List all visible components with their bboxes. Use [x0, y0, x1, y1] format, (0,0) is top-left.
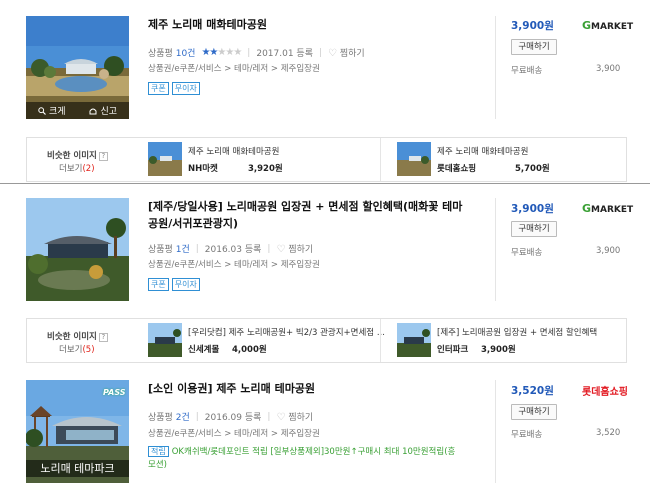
no-interest-badge: 무이자 [171, 82, 200, 95]
reg-date: 2017.01 등록 [256, 49, 313, 59]
reg-date: 2016.09 등록 [204, 413, 262, 423]
similar-images-panel: 비슷한 이미지? 더보기(2) 제주 노리매 매화테마공원 NH마켓 3,920… [26, 137, 627, 182]
product-meta: 상품평 2건 | 2016.09 등록 | ♡ 찜하기 [148, 410, 314, 424]
seller-logo-gmarket[interactable]: GMARKET [582, 202, 633, 215]
shipping-value: 3,900 [596, 246, 621, 256]
similar-item-price: 3,920원 [248, 164, 283, 174]
product-meta: 상품평 10건 ★★★★★ | 2017.01 등록 | ♡ 찜하기 [148, 46, 365, 59]
report-label: 신고 [100, 107, 118, 117]
product-thumbnail[interactable]: PASS 노리매 테마파크 [26, 380, 129, 483]
thumb-caption: 노리매 테마파크 [26, 460, 129, 477]
price: 3,520원 [511, 385, 554, 397]
badges: 쿠폰 무이자 [148, 82, 200, 95]
star-empty-icon: ★★★ [217, 47, 242, 58]
rating-stars: ★★★★★ [201, 47, 242, 58]
park-photo [26, 198, 129, 301]
similar-item-name: 제주 노리매 매화테마공원 [188, 147, 280, 157]
heart-icon: ♡ [276, 412, 286, 423]
report-button[interactable]: 신고 [89, 104, 117, 117]
similar-thumbnail [397, 323, 431, 357]
coupon-badge: 쿠폰 [148, 278, 169, 291]
zoom-button[interactable]: 크게 [38, 104, 66, 117]
similar-item-name: 제주 노리매 매화테마공원 [437, 147, 529, 157]
similar-more-link[interactable]: 더보기(5) [59, 343, 95, 355]
product-title[interactable]: 제주 노리매 매화테마공원 [148, 16, 267, 33]
similar-thumbnail [397, 142, 431, 176]
rating-label: 상품평 10건 [148, 49, 196, 59]
pass-logo: PASS [103, 388, 126, 397]
product-card: [제주/당일사용] 노리매공원 입장권 + 면세점 할인혜택(매화꽃 테마공원/… [0, 184, 650, 314]
similar-item-shop: 롯데홈쇼핑 [437, 164, 477, 174]
product-card: PASS 노리매 테마파크 [소인 이용권] 제주 노리매 테마공원 상품평 2… [0, 372, 650, 497]
star-filled-icon: ★★ [201, 47, 218, 58]
similar-item-shop: 신세계몰 [188, 345, 220, 355]
seller-logo-lotte[interactable]: 롯데홈쇼핑 [582, 383, 628, 398]
shipping-label: 무료배송 [511, 248, 543, 258]
similar-item-name: [제주] 노리매공원 입장권 + 면세점 할인혜택 [437, 328, 598, 338]
product-card: 크게 신고 제주 노리매 매화테마공원 상품평 10건 ★★★★★ | 2017… [0, 0, 650, 135]
promo-text[interactable]: 적립 OK캐쉬백/롯데포인트 적립 [일부상품제외]30만원↑구매시 최대 10만… [148, 445, 458, 472]
product-thumbnail[interactable]: 크게 신고 [26, 16, 129, 119]
similar-label: 비슷한 이미지? [47, 149, 108, 161]
similar-thumbnail [148, 142, 182, 176]
heart-icon: ♡ [276, 244, 286, 255]
wishlist-button[interactable]: ♡ 찜하기 [276, 410, 313, 423]
similar-item-price: 4,000원 [232, 345, 267, 355]
rating-label: 상품평 2건 [148, 413, 190, 423]
coupon-badge: 쿠폰 [148, 82, 169, 95]
wishlist-button[interactable]: ♡ 찜하기 [328, 46, 365, 59]
seller-logo-gmarket[interactable]: GMARKET [582, 19, 633, 32]
buy-button[interactable]: 구매하기 [511, 39, 557, 55]
buy-button[interactable]: 구매하기 [511, 221, 557, 237]
reg-date: 2016.03 등록 [204, 245, 262, 255]
rating-label: 상품평 1건 [148, 245, 190, 255]
promo-tag: 적립 [148, 446, 169, 457]
badges: 쿠폰 무이자 [148, 278, 200, 291]
similar-item-name: [우리닷컴] 제주 노리매공원+ 빅2/3 관광지+면세점 ... [188, 328, 385, 338]
review-count[interactable]: 2건 [176, 413, 190, 423]
similar-item-price: 3,900원 [481, 345, 516, 355]
review-count[interactable]: 1건 [176, 245, 190, 255]
review-count[interactable]: 10건 [176, 49, 196, 59]
product-thumbnail[interactable] [26, 198, 129, 301]
product-title[interactable]: [제주/당일사용] 노리매공원 입장권 + 면세점 할인혜택(매화꽃 테마공원/… [148, 198, 468, 232]
wishlist-button[interactable]: ♡ 찜하기 [276, 242, 313, 255]
price: 3,900원 [511, 203, 554, 215]
product-title[interactable]: [소인 이용권] 제주 노리매 테마공원 [148, 380, 315, 397]
zoom-label: 크게 [48, 107, 66, 117]
siren-icon [89, 108, 97, 114]
similar-images-panel: 비슷한 이미지? 더보기(5) [우리닷컴] 제주 노리매공원+ 빅2/3 관광… [26, 318, 627, 363]
price: 3,900원 [511, 20, 554, 32]
category-path[interactable]: 상품권/e쿠폰/서비스 > 테마/레저 > 제주입장권 [148, 62, 320, 74]
magnifier-icon [38, 106, 46, 115]
similar-item-shop: NH마켓 [188, 164, 218, 174]
similar-thumbnail [148, 323, 182, 357]
category-path[interactable]: 상품권/e쿠폰/서비스 > 테마/레저 > 제주입장권 [148, 427, 320, 439]
heart-icon: ♡ [328, 48, 337, 59]
shipping-label: 무료배송 [511, 430, 543, 440]
category-path[interactable]: 상품권/e쿠폰/서비스 > 테마/레저 > 제주입장권 [148, 258, 320, 270]
similar-more-link[interactable]: 더보기(2) [59, 162, 95, 174]
no-interest-badge: 무이자 [171, 278, 200, 291]
thumb-actions: 크게 신고 [26, 102, 129, 119]
help-icon[interactable]: ? [98, 152, 108, 161]
similar-item-price: 5,700원 [515, 164, 550, 174]
help-icon[interactable]: ? [98, 333, 108, 342]
shipping-value: 3,900 [596, 64, 621, 74]
similar-label: 비슷한 이미지? [47, 330, 108, 342]
shipping-value: 3,520 [596, 428, 621, 438]
similar-item-shop: 인터파크 [437, 345, 469, 355]
product-meta: 상품평 1건 | 2016.03 등록 | ♡ 찜하기 [148, 242, 314, 256]
shipping-label: 무료배송 [511, 66, 543, 76]
buy-button[interactable]: 구매하기 [511, 404, 557, 420]
